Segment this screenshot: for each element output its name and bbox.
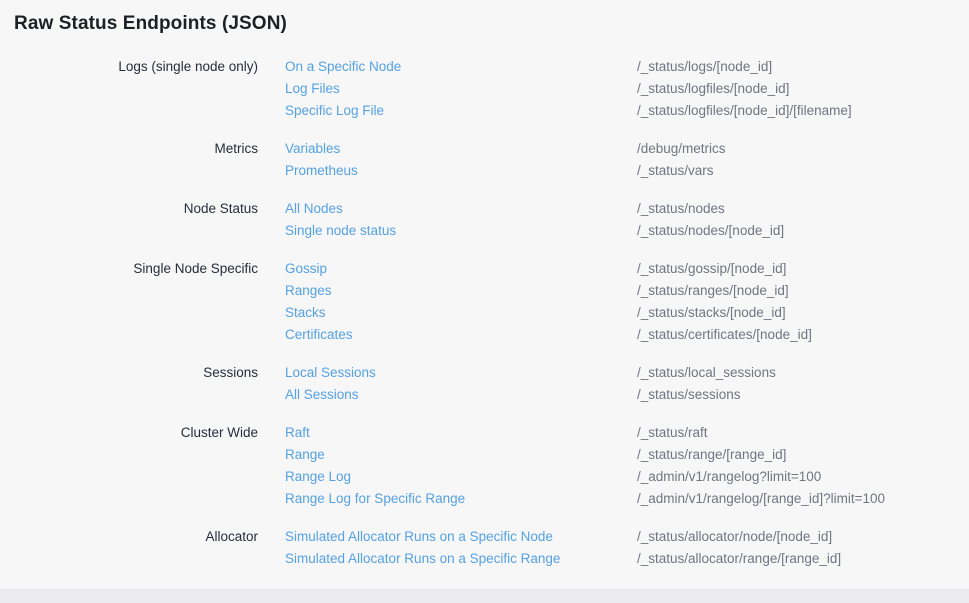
endpoint-row: Prometheus/_status/vars: [285, 160, 969, 182]
endpoint-row: Specific Log File/_status/logfiles/[node…: [285, 100, 969, 122]
endpoint-rows: All Nodes/_status/nodesSingle node statu…: [258, 198, 969, 242]
endpoint-path: /_status/allocator/node/[node_id]: [637, 526, 969, 548]
category-label: Single Node Specific: [0, 258, 258, 280]
endpoint-row: Variables/debug/metrics: [285, 138, 969, 160]
endpoint-link[interactable]: All Nodes: [285, 198, 637, 220]
footer-strip: [0, 589, 969, 603]
endpoint-path: /_status/allocator/range/[range_id]: [637, 548, 969, 570]
endpoint-rows: Variables/debug/metricsPrometheus/_statu…: [258, 138, 969, 182]
endpoint-group: Single Node SpecificGossip/_status/gossi…: [0, 258, 969, 346]
endpoint-rows: Gossip/_status/gossip/[node_id]Ranges/_s…: [258, 258, 969, 346]
category-label: Sessions: [0, 362, 258, 384]
endpoint-rows: Raft/_status/raftRange/_status/range/[ra…: [258, 422, 969, 510]
endpoint-path: /_status/logs/[node_id]: [637, 56, 969, 78]
endpoint-path: /_status/nodes/[node_id]: [637, 220, 969, 242]
endpoint-link[interactable]: Single node status: [285, 220, 637, 242]
endpoint-link[interactable]: Gossip: [285, 258, 637, 280]
endpoint-link[interactable]: Raft: [285, 422, 637, 444]
endpoint-link[interactable]: Simulated Allocator Runs on a Specific R…: [285, 548, 637, 570]
page-title: Raw Status Endpoints (JSON): [0, 0, 969, 35]
endpoint-row: Simulated Allocator Runs on a Specific R…: [285, 548, 969, 570]
endpoint-group: Allocator Simulated Allocator Runs on a S…: [0, 526, 969, 570]
endpoint-group: Node StatusAll Nodes/_status/nodesSingle…: [0, 198, 969, 242]
endpoint-link[interactable]: Stacks: [285, 302, 637, 324]
endpoint-path: /_status/sessions: [637, 384, 969, 406]
category-label: Metrics: [0, 138, 258, 160]
endpoint-path: /_status/nodes: [637, 198, 969, 220]
endpoint-path: /_status/range/[range_id]: [637, 444, 969, 466]
endpoint-row: Single node status/_status/nodes/[node_i…: [285, 220, 969, 242]
endpoint-row: Range Log/_admin/v1/rangelog?limit=100: [285, 466, 969, 488]
endpoint-row: Local Sessions/_status/local_sessions: [285, 362, 969, 384]
endpoint-row: On a Specific Node/_status/logs/[node_id…: [285, 56, 969, 78]
endpoint-path: /_status/logfiles/[node_id]/[filename]: [637, 100, 969, 122]
endpoint-path: /_status/logfiles/[node_id]: [637, 78, 969, 100]
endpoint-path: /_admin/v1/rangelog?limit=100: [637, 466, 969, 488]
endpoint-link[interactable]: Simulated Allocator Runs on a Specific N…: [285, 526, 637, 548]
endpoint-path: /debug/metrics: [637, 138, 969, 160]
endpoint-path: /_status/certificates/[node_id]: [637, 324, 969, 346]
endpoint-link[interactable]: Local Sessions: [285, 362, 637, 384]
endpoint-link[interactable]: On a Specific Node: [285, 56, 637, 78]
endpoint-row: Stacks/_status/stacks/[node_id]: [285, 302, 969, 324]
category-label: Logs (single node only): [0, 56, 258, 78]
endpoint-path: /_status/local_sessions: [637, 362, 969, 384]
endpoint-groups: Logs (single node only) On a Specific Nod…: [0, 56, 969, 570]
endpoint-path: /_status/stacks/[node_id]: [637, 302, 969, 324]
endpoint-link[interactable]: Certificates: [285, 324, 637, 346]
endpoint-path: /_admin/v1/rangelog/[range_id]?limit=100: [637, 488, 969, 510]
endpoint-row: Range/_status/range/[range_id]: [285, 444, 969, 466]
category-label: Cluster Wide: [0, 422, 258, 444]
endpoint-row: Ranges/_status/ranges/[node_id]: [285, 280, 969, 302]
endpoint-group: MetricsVariables/debug/metricsPrometheus…: [0, 138, 969, 182]
endpoint-rows: Local Sessions/_status/local_sessionsAll…: [258, 362, 969, 406]
endpoint-link[interactable]: Prometheus: [285, 160, 637, 182]
endpoint-row: All Nodes/_status/nodes: [285, 198, 969, 220]
endpoint-path: /_status/gossip/[node_id]: [637, 258, 969, 280]
endpoint-link[interactable]: Log Files: [285, 78, 637, 100]
endpoint-row: Gossip/_status/gossip/[node_id]: [285, 258, 969, 280]
endpoint-group: Cluster WideRaft/_status/raftRange/_stat…: [0, 422, 969, 510]
endpoint-rows: Simulated Allocator Runs on a Specific N…: [258, 526, 969, 570]
endpoint-path: /_status/raft: [637, 422, 969, 444]
endpoint-group: Logs (single node only) On a Specific Nod…: [0, 56, 969, 122]
endpoint-link[interactable]: Ranges: [285, 280, 637, 302]
endpoint-link[interactable]: Range Log for Specific Range: [285, 488, 637, 510]
endpoint-row: Simulated Allocator Runs on a Specific N…: [285, 526, 969, 548]
endpoint-link[interactable]: Range Log: [285, 466, 637, 488]
endpoint-link[interactable]: All Sessions: [285, 384, 637, 406]
endpoint-link[interactable]: Specific Log File: [285, 100, 637, 122]
endpoint-rows: On a Specific Node/_status/logs/[node_id…: [258, 56, 969, 122]
category-label: Node Status: [0, 198, 258, 220]
endpoint-link[interactable]: Range: [285, 444, 637, 466]
endpoint-group: SessionsLocal Sessions/_status/local_ses…: [0, 362, 969, 406]
endpoint-path: /_status/ranges/[node_id]: [637, 280, 969, 302]
endpoint-row: Certificates/_status/certificates/[node_…: [285, 324, 969, 346]
endpoint-row: All Sessions/_status/sessions: [285, 384, 969, 406]
category-label: Allocator: [0, 526, 258, 548]
endpoint-row: Range Log for Specific Range/_admin/v1/r…: [285, 488, 969, 510]
endpoint-row: Log Files/_status/logfiles/[node_id]: [285, 78, 969, 100]
endpoint-row: Raft/_status/raft: [285, 422, 969, 444]
endpoint-link[interactable]: Variables: [285, 138, 637, 160]
endpoint-path: /_status/vars: [637, 160, 969, 182]
